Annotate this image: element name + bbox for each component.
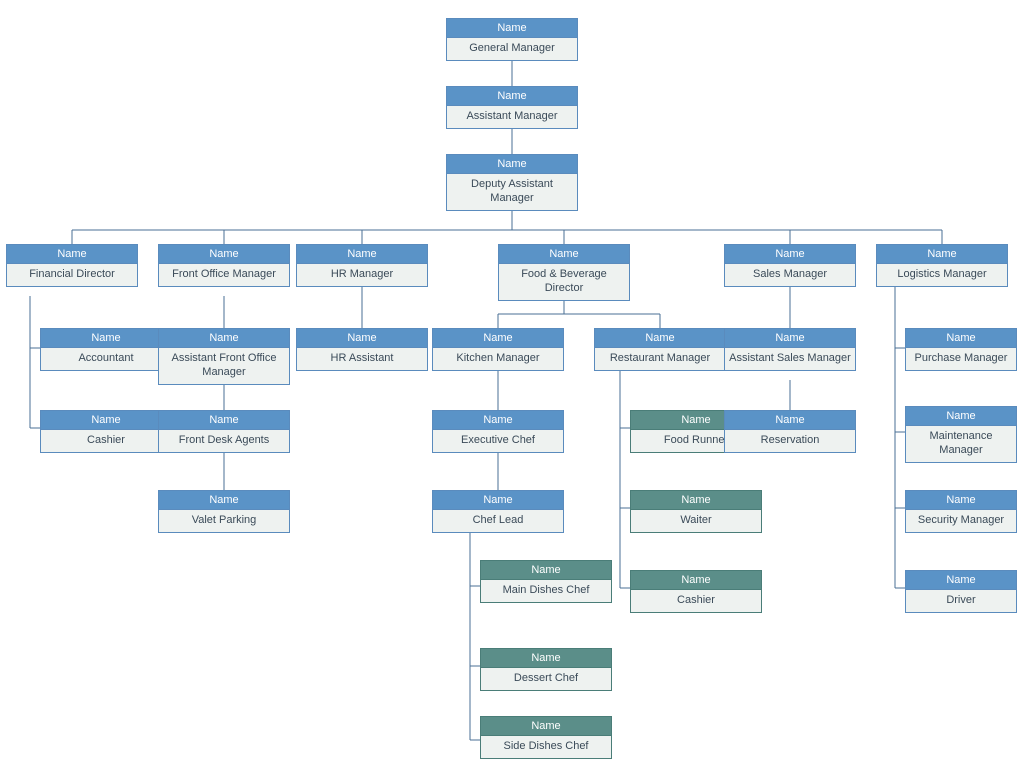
node-header: Name: [595, 329, 725, 348]
node-header: Name: [725, 329, 855, 348]
node-role: HR Assistant: [297, 348, 427, 370]
node-role: Maintenance Manager: [906, 426, 1016, 462]
node-cashier-restaurant: Name Cashier: [630, 570, 762, 613]
node-role: Front Desk Agents: [159, 430, 289, 452]
node-role: Kitchen Manager: [433, 348, 563, 370]
node-header: Name: [906, 491, 1016, 510]
node-header: Name: [906, 329, 1016, 348]
node-kitchen-manager: Name Kitchen Manager: [432, 328, 564, 371]
node-role: Logistics Manager: [877, 264, 1007, 286]
node-header: Name: [906, 407, 1016, 426]
node-header: Name: [433, 491, 563, 510]
node-front-office-manager: Name Front Office Manager: [158, 244, 290, 287]
node-role: Main Dishes Chef: [481, 580, 611, 602]
node-header: Name: [159, 411, 289, 430]
node-side-dishes-chef: Name Side Dishes Chef: [480, 716, 612, 759]
node-hr-manager: Name HR Manager: [296, 244, 428, 287]
node-header: Name: [447, 87, 577, 106]
node-maintenance-manager: Name Maintenance Manager: [905, 406, 1017, 463]
node-purchase-manager: Name Purchase Manager: [905, 328, 1017, 371]
node-header: Name: [481, 561, 611, 580]
node-accountant: Name Accountant: [40, 328, 172, 371]
node-header: Name: [481, 649, 611, 668]
node-food-beverage-director: Name Food & Beverage Director: [498, 244, 630, 301]
node-reservation: Name Reservation: [724, 410, 856, 453]
node-role: Cashier: [631, 590, 761, 612]
node-role: Dessert Chef: [481, 668, 611, 690]
node-valet-parking: Name Valet Parking: [158, 490, 290, 533]
node-role: Front Office Manager: [159, 264, 289, 286]
node-role: Assistant Front Office Manager: [159, 348, 289, 384]
node-security-manager: Name Security Manager: [905, 490, 1017, 533]
node-assistant-sales-manager: Name Assistant Sales Manager: [724, 328, 856, 371]
node-dessert-chef: Name Dessert Chef: [480, 648, 612, 691]
node-header: Name: [297, 329, 427, 348]
node-assistant-manager: Name Assistant Manager: [446, 86, 578, 129]
node-cashier-finance: Name Cashier: [40, 410, 172, 453]
node-header: Name: [41, 329, 171, 348]
node-hr-assistant: Name HR Assistant: [296, 328, 428, 371]
node-role: Waiter: [631, 510, 761, 532]
node-logistics-manager: Name Logistics Manager: [876, 244, 1008, 287]
node-header: Name: [297, 245, 427, 264]
node-role: General Manager: [447, 38, 577, 60]
node-role: Side Dishes Chef: [481, 736, 611, 758]
node-header: Name: [433, 329, 563, 348]
node-header: Name: [725, 245, 855, 264]
node-role: Financial Director: [7, 264, 137, 286]
node-header: Name: [877, 245, 1007, 264]
node-sales-manager: Name Sales Manager: [724, 244, 856, 287]
node-header: Name: [631, 571, 761, 590]
node-role: Restaurant Manager: [595, 348, 725, 370]
node-role: Chef Lead: [433, 510, 563, 532]
node-header: Name: [433, 411, 563, 430]
node-role: Cashier: [41, 430, 171, 452]
node-role: Driver: [906, 590, 1016, 612]
node-role: Security Manager: [906, 510, 1016, 532]
node-header: Name: [159, 329, 289, 348]
node-role: Assistant Sales Manager: [725, 348, 855, 370]
node-role: Reservation: [725, 430, 855, 452]
node-chef-lead: Name Chef Lead: [432, 490, 564, 533]
node-header: Name: [447, 19, 577, 38]
node-header: Name: [7, 245, 137, 264]
node-header: Name: [725, 411, 855, 430]
node-restaurant-manager: Name Restaurant Manager: [594, 328, 726, 371]
node-deputy-assistant-manager: Name Deputy Assistant Manager: [446, 154, 578, 211]
node-header: Name: [481, 717, 611, 736]
node-assistant-front-office-manager: Name Assistant Front Office Manager: [158, 328, 290, 385]
node-header: Name: [499, 245, 629, 264]
node-role: Executive Chef: [433, 430, 563, 452]
node-header: Name: [159, 491, 289, 510]
node-role: HR Manager: [297, 264, 427, 286]
node-role: Accountant: [41, 348, 171, 370]
node-header: Name: [906, 571, 1016, 590]
node-main-dishes-chef: Name Main Dishes Chef: [480, 560, 612, 603]
node-role: Purchase Manager: [906, 348, 1016, 370]
node-role: Food & Beverage Director: [499, 264, 629, 300]
node-header: Name: [41, 411, 171, 430]
node-waiter: Name Waiter: [630, 490, 762, 533]
node-front-desk-agents: Name Front Desk Agents: [158, 410, 290, 453]
node-role: Valet Parking: [159, 510, 289, 532]
node-header: Name: [447, 155, 577, 174]
node-general-manager: Name General Manager: [446, 18, 578, 61]
node-role: Sales Manager: [725, 264, 855, 286]
node-role: Deputy Assistant Manager: [447, 174, 577, 210]
node-financial-director: Name Financial Director: [6, 244, 138, 287]
node-header: Name: [631, 491, 761, 510]
node-header: Name: [159, 245, 289, 264]
node-executive-chef: Name Executive Chef: [432, 410, 564, 453]
node-driver: Name Driver: [905, 570, 1017, 613]
node-role: Assistant Manager: [447, 106, 577, 128]
